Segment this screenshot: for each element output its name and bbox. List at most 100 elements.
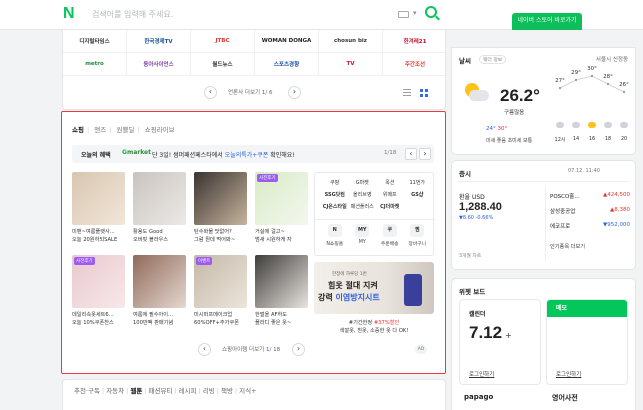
list-view-icon[interactable] [403,89,411,96]
product-image[interactable] [255,255,308,308]
product-title[interactable]: 한벌을 AF하도 [255,311,308,319]
shopping-service-item[interactable]: MY MY [349,224,377,247]
product-subtitle[interactable]: 플라디 좋은 옷~ [255,319,308,327]
product-card[interactable]: 여름에 필수아이... 100만팩 판매기념 [133,255,186,327]
calendar-login-link[interactable]: 로그인하기 [469,370,494,378]
content-tab[interactable]: 자동차 [106,387,124,395]
press-logo[interactable]: 한겨레21 [383,30,447,53]
mall-link[interactable]: 쿠팡 [321,179,349,186]
product-card[interactable]: 사진후기데일리속옷세트6... 오늘 10%쿠폰찬스 [72,255,125,327]
content-tab[interactable]: 추천·구독 [74,387,100,395]
product-image[interactable] [133,172,186,225]
exchange-rate-name[interactable]: 환율 USD [459,192,485,201]
product-title[interactable]: 미밴~여름플랫사... [72,228,125,236]
mall-link[interactable]: CJ더마켓 [376,203,404,210]
mall-link[interactable]: 위메프 [376,191,404,198]
shopping-prev-button[interactable]: ‹ [198,343,211,356]
calendar-widget[interactable]: 캘린더 7.12 + 로그인하기 [459,299,541,385]
naver-logo[interactable]: N [63,6,77,22]
mall-link[interactable]: CJ온스타일 [321,203,349,210]
ad-card[interactable]: 한정에 하루당 1번 힘옷 절대 지켜 강력 이염방지시트 #기간한정 #37%… [314,262,434,336]
ad-image[interactable]: 한정에 하루당 1번 힘옷 절대 지켜 강력 이염방지시트 [314,262,434,314]
shopping-service-item[interactable]: N N쇼핑홈 [321,224,349,247]
product-card[interactable]: 활용도 Good 오버핏 블라우스 [133,172,186,244]
ad-badge[interactable]: AD [415,345,427,354]
press-more-label[interactable]: 언론사 더보기 [228,90,260,96]
product-subtitle[interactable]: 60%OFF+추가쿠폰 [194,319,247,327]
press-logo[interactable]: JTBC [191,30,255,53]
product-card[interactable]: 사진후기거실에 걸고~ 범새 시원하게 자 [255,172,308,244]
product-image[interactable] [194,172,247,225]
shopping-service-item[interactable]: 쿠 주문배송 [376,224,404,247]
shopping-more-label[interactable]: 쇼핑아이템 더보기 [222,347,264,353]
product-title[interactable]: 활용도 Good [133,228,186,236]
chevron-down-icon[interactable]: ▾ [413,9,417,17]
content-tab[interactable]: 웹툰 [130,387,142,395]
product-title[interactable]: 미시퍼프메이크업 [194,311,247,319]
product-card[interactable]: 이벤트미시퍼프메이크업 60%OFF+추가쿠폰 [194,255,247,327]
mall-link[interactable]: GS샵 [404,191,432,198]
content-tab[interactable]: 패션뷰티 [149,387,173,395]
product-image[interactable] [72,172,125,225]
popular-stocks-more-link[interactable]: 인기종목 더보기 [550,243,585,250]
press-logo[interactable]: TV [319,53,383,76]
product-title[interactable]: 거실에 걸고~ [255,228,308,236]
product-image[interactable]: 사진후기 [72,255,125,308]
product-card[interactable]: 한벌을 AF하도 플라디 좋은 옷~ [255,255,308,327]
mall-link[interactable]: 패션플러스 [349,203,377,210]
tab-mens[interactable]: 맨즈 [94,126,106,134]
mall-link[interactable]: SSG닷컴 [321,191,349,198]
add-event-icon[interactable]: + [505,331,512,340]
promo-button[interactable]: 네이버 스토어 바로가기 [512,13,582,30]
press-logo[interactable]: metro [63,53,127,76]
shopping-service-item[interactable]: 찜 장바구니 [404,224,432,247]
content-tab[interactable]: 책방 [221,387,233,395]
product-subtitle[interactable]: 오늘 20원하되SALE [72,236,125,244]
tab-shopping[interactable]: 쇼핑 [72,126,84,134]
grid-view-icon[interactable] [420,89,428,97]
product-card[interactable]: 탄수화물 맛없어? 그럼 뭔데 먹어봐~ [194,172,247,244]
mall-link[interactable] [404,203,432,210]
product-subtitle[interactable]: 그럼 뭔데 먹어봐~ [194,236,247,244]
product-subtitle[interactable]: 오버핏 블라우스 [133,236,186,244]
content-tab[interactable]: 레시피 [179,387,197,395]
product-image[interactable] [133,255,186,308]
product-card[interactable]: 미밴~여름플랫사... 오늘 20원하되SALE [72,172,125,244]
memo-widget[interactable]: 메모 로그인하기 [546,299,628,385]
product-subtitle[interactable]: 범새 시원하게 자 [255,236,308,244]
press-logo[interactable]: WOMAN DONGA [255,30,319,53]
product-subtitle[interactable]: 오늘 10%쿠폰찬스 [72,319,125,327]
mall-link[interactable]: 옥션 [376,179,404,186]
benefit-next-button[interactable]: › [419,148,431,160]
product-title[interactable]: 탄수화물 맛없어? [194,228,247,236]
press-prev-button[interactable]: ‹ [204,86,217,99]
memo-login-link[interactable]: 로그인하기 [556,370,581,378]
product-title[interactable]: 여름에 필수아이... [133,311,186,319]
shopping-next-button[interactable]: › [292,343,305,356]
press-logo[interactable]: chosun biz [319,30,383,53]
product-image[interactable]: 이벤트 [194,255,247,308]
press-logo[interactable]: 한국경제TV [127,30,191,53]
papago-widget-title[interactable]: papago [464,393,493,401]
press-logo[interactable]: 동아사이언스 [127,53,191,76]
press-logo[interactable]: 주간조선 [383,53,447,76]
mall-link[interactable]: 올리브영 [349,191,377,198]
press-logo[interactable]: 디지털타임스 [63,30,127,53]
tab-shopping-live[interactable]: 쇼핑라이브 [145,126,175,134]
tab-oneplus-deal[interactable]: 원쁠딜 [117,126,135,134]
product-subtitle[interactable]: 100만팩 판매기념 [133,319,186,327]
content-tab[interactable]: 지식+ [239,387,256,395]
press-next-button[interactable]: › [288,86,301,99]
mall-link[interactable]: 11번가 [404,179,432,186]
dictionary-widget-title[interactable]: 영어사전 [552,393,578,403]
benefit-prev-button[interactable]: ‹ [405,148,417,160]
keyboard-icon[interactable] [398,11,409,18]
product-title[interactable]: 데일리속옷세트6... [72,311,125,319]
product-image[interactable]: 사진후기 [255,172,308,225]
press-logo[interactable]: 스포츠경향 [255,53,319,76]
search-icon[interactable] [425,6,437,18]
press-logo[interactable]: 월드뉴스 [191,53,255,76]
mall-link[interactable]: G마켓 [349,179,377,186]
benefit-banner[interactable]: 오늘의 혜택 Gmarket 단 3일! 썸머패션페스타에서 오늘의특가+쿠폰 … [72,145,434,163]
search-input[interactable]: 검색어를 입력해 주세요. [92,9,173,20]
